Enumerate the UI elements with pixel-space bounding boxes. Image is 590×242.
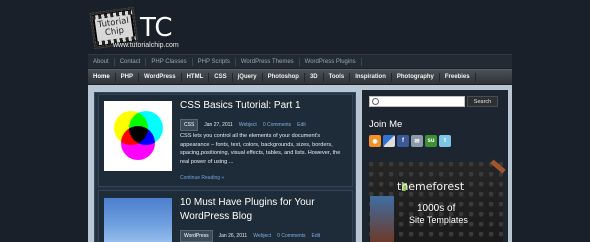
top-nav-wordpress-plugins[interactable]: WordPress Plugins <box>300 57 362 66</box>
top-nav-contact[interactable]: Contact <box>115 57 147 66</box>
logo-initials[interactable]: TC <box>140 13 173 43</box>
main-nav-wordpress[interactable]: WordPress <box>139 72 182 82</box>
top-nav-php-classes[interactable]: PHP Classes <box>146 57 193 66</box>
post-comments-link[interactable]: 0 Comments <box>277 233 305 239</box>
post-edit-link[interactable]: Edit <box>297 122 306 128</box>
main-nav-php[interactable]: PHP <box>116 72 140 82</box>
ad-template-previews <box>370 196 394 242</box>
post-title[interactable]: CSS Basics Tutorial: Part 1 <box>180 99 350 113</box>
join-me-heading: Join Me <box>369 119 403 130</box>
search-input[interactable] <box>369 96 465 107</box>
main-nav-photography[interactable]: Photography <box>392 72 440 82</box>
stumbleupon-icon[interactable]: su <box>425 135 437 147</box>
delicious-icon[interactable] <box>383 135 395 147</box>
ad-subheadline: Site Templates <box>409 215 468 225</box>
post-meta: CSS Jan 27, 2011 Webject 0 Comments Edit <box>180 119 306 131</box>
rgb-circles-image <box>104 101 172 171</box>
post-excerpt: CSS lets you control all the elements of… <box>180 133 341 165</box>
main-nav-html[interactable]: HTML <box>182 72 210 82</box>
top-nav-php-scripts[interactable]: PHP Scripts <box>193 57 236 66</box>
main-nav-photoshop[interactable]: Photoshop <box>263 72 305 82</box>
post-thumbnail-rgb-circles[interactable] <box>104 101 172 171</box>
post-date: Jan 27, 2011 <box>204 122 233 128</box>
page: Tutorial Chip TC www.tutorialchip.com Ab… <box>0 0 590 242</box>
logo-badge-line2: Chip <box>104 25 125 39</box>
email-icon[interactable]: ✉ <box>411 135 423 147</box>
post-edit-link[interactable]: Edit <box>312 233 321 239</box>
search-button[interactable]: Search <box>467 96 498 107</box>
top-nav-about[interactable]: About <box>88 57 115 66</box>
twitter-icon[interactable]: t <box>439 135 451 147</box>
post-thumbnail-sky[interactable] <box>104 198 172 242</box>
main-nav-inspiration[interactable]: Inspiration <box>350 72 392 82</box>
main-nav-jquery[interactable]: jQuery <box>233 72 263 82</box>
top-nav-wordpress-themes[interactable]: WordPress Themes <box>236 57 300 66</box>
post-meta: WordPress Jan 26, 2011 Webject 0 Comment… <box>180 230 320 242</box>
ad-headline: 1000s of <box>417 203 456 214</box>
post-date: Jan 26, 2011 <box>218 233 248 239</box>
main-nav-css[interactable]: CSS <box>209 72 233 82</box>
continue-reading-link[interactable]: Continue Reading » <box>180 175 224 181</box>
post-author[interactable]: Webject <box>253 233 271 239</box>
post-category-tag[interactable]: CSS <box>180 119 199 131</box>
ad-brand: themeforest <box>397 180 465 193</box>
top-navigation: About Contact PHP Classes PHP Scripts Wo… <box>88 54 512 68</box>
post-comments-link[interactable]: 0 Comments <box>263 122 291 128</box>
logo-url: www.tutorialchip.com <box>113 42 179 49</box>
main-nav-home[interactable]: Home <box>88 72 116 82</box>
social-icons: ◉ f ✉ su t <box>369 135 451 147</box>
main-navigation: Home PHP WordPress HTML CSS jQuery Photo… <box>88 69 512 84</box>
post-category-tag[interactable]: WordPress <box>180 230 213 242</box>
post-author[interactable]: Webject <box>239 122 257 128</box>
facebook-icon[interactable]: f <box>397 135 409 147</box>
rss-icon[interactable]: ◉ <box>369 135 381 147</box>
post-title[interactable]: 10 Must Have Plugins for Your WordPress … <box>180 196 352 224</box>
main-nav-freebies[interactable]: Freebies <box>440 72 476 82</box>
main-nav-3d[interactable]: 3D <box>305 72 324 82</box>
main-nav-tools[interactable]: Tools <box>324 72 351 82</box>
search-icon <box>372 98 379 105</box>
